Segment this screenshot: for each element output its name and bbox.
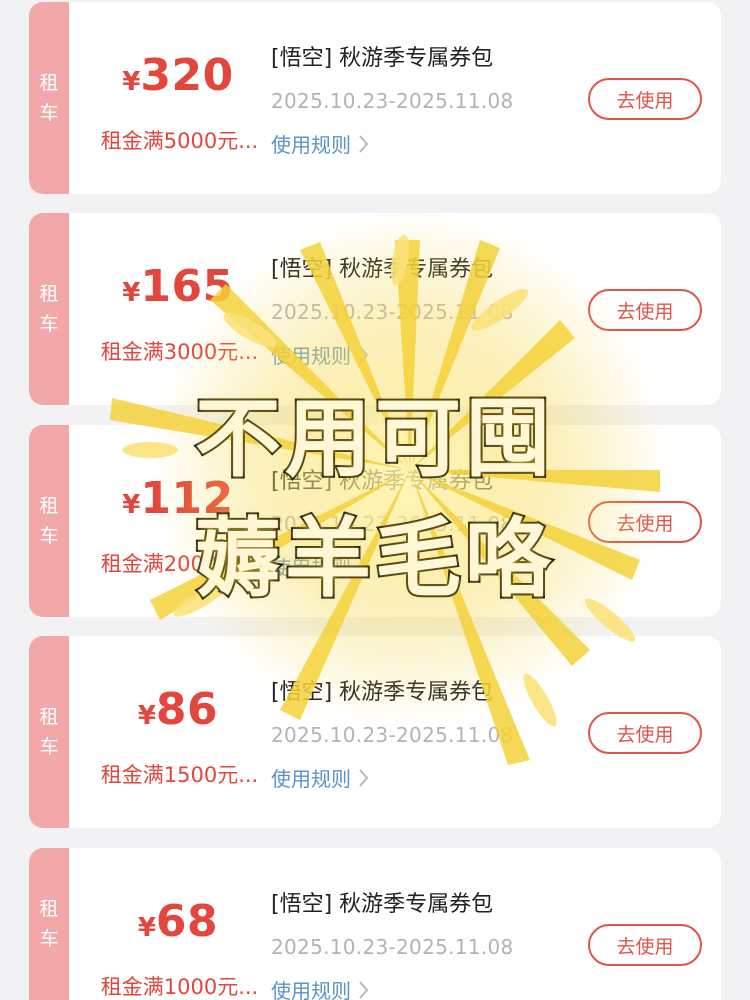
use-coupon-button[interactable]: 去使用	[588, 501, 702, 543]
coupon-category-tag: 租 车	[29, 636, 69, 828]
coupon-condition: 租金满1500元...	[100, 763, 259, 787]
coupon-amount: ¥165	[69, 261, 287, 312]
coupon-title: [悟空] 秋游季专属券包	[271, 892, 494, 917]
coupon-condition: 租金满3000元...	[100, 340, 259, 364]
coupon-category-tag: 租 车	[29, 2, 69, 194]
usage-rules-link[interactable]: 使用规则	[271, 975, 369, 1000]
coupon-condition: 租金满5000元...	[100, 129, 259, 153]
usage-rules-link[interactable]: 使用规则	[271, 763, 369, 792]
coupon-validity-dates: 2025.10.23-2025.11.08	[271, 723, 514, 747]
coupon-card[interactable]: 租 车 ¥320 租金满5000元... [悟空] 秋游季专属券包 2025.1…	[29, 2, 721, 194]
coupon-title: [悟空] 秋游季专属券包	[271, 46, 494, 71]
amount-value: 320	[140, 50, 234, 101]
chevron-right-icon	[359, 557, 369, 576]
amount-value: 86	[155, 684, 219, 735]
coupon-card[interactable]: 租 车 ¥86 租金满1500元... [悟空] 秋游季专属券包 2025.10…	[29, 636, 721, 828]
use-coupon-button[interactable]: 去使用	[588, 924, 702, 966]
coupon-amount: ¥86	[69, 684, 287, 735]
currency-symbol: ¥	[122, 490, 141, 520]
usage-rules-link[interactable]: 使用规则	[271, 129, 369, 158]
coupon-validity-dates: 2025.10.23-2025.11.08	[271, 935, 514, 959]
coupon-amount: ¥112	[69, 473, 287, 524]
usage-rules-link[interactable]: 使用规则	[271, 340, 369, 369]
chevron-right-icon	[359, 134, 369, 153]
coupon-validity-dates: 2025.10.23-2025.11.08	[271, 512, 514, 536]
coupon-validity-dates: 2025.10.23-2025.11.08	[271, 300, 514, 324]
chevron-right-icon	[359, 980, 369, 999]
use-coupon-button[interactable]: 去使用	[588, 289, 702, 331]
currency-symbol: ¥	[137, 913, 156, 943]
tag-char: 租	[39, 72, 59, 94]
coupon-category-tag: 租 车	[29, 425, 69, 617]
coupon-category-tag: 租 车	[29, 848, 69, 1000]
coupon-amount: ¥320	[69, 50, 287, 101]
coupon-title: [悟空] 秋游季专属券包	[271, 469, 494, 494]
tag-char: 车	[39, 928, 59, 950]
coupon-card[interactable]: 租 车 ¥112 租金满2000元... [悟空] 秋游季专属券包 2025.1…	[29, 425, 721, 617]
usage-rules-label: 使用规则	[271, 133, 351, 157]
coupon-card[interactable]: 租 车 ¥165 租金满3000元... [悟空] 秋游季专属券包 2025.1…	[29, 213, 721, 405]
currency-symbol: ¥	[122, 67, 141, 97]
tag-char: 租	[39, 495, 59, 517]
usage-rules-label: 使用规则	[271, 979, 351, 1000]
coupon-condition: 租金满2000元...	[100, 552, 259, 576]
coupon-title: [悟空] 秋游季专属券包	[271, 257, 494, 282]
amount-value: 165	[140, 261, 234, 312]
tag-char: 车	[39, 313, 59, 335]
use-coupon-button[interactable]: 去使用	[588, 78, 702, 120]
coupon-validity-dates: 2025.10.23-2025.11.08	[271, 89, 514, 113]
use-coupon-button[interactable]: 去使用	[588, 712, 702, 754]
usage-rules-label: 使用规则	[271, 767, 351, 791]
amount-value: 68	[155, 896, 219, 947]
tag-char: 租	[39, 283, 59, 305]
chevron-right-icon	[359, 345, 369, 364]
usage-rules-link[interactable]: 使用规则	[271, 552, 369, 581]
currency-symbol: ¥	[122, 278, 141, 308]
chevron-right-icon	[359, 768, 369, 787]
usage-rules-label: 使用规则	[271, 556, 351, 580]
amount-value: 112	[140, 473, 234, 524]
tag-char: 车	[39, 102, 59, 124]
coupon-title: [悟空] 秋游季专属券包	[271, 680, 494, 705]
tag-char: 车	[39, 525, 59, 547]
tag-char: 租	[39, 898, 59, 920]
coupon-condition: 租金满1000元...	[100, 975, 259, 999]
tag-char: 车	[39, 736, 59, 758]
coupon-list-page: 租 车 ¥320 租金满5000元... [悟空] 秋游季专属券包 2025.1…	[0, 0, 750, 1000]
coupon-card[interactable]: 租 车 ¥68 租金满1000元... [悟空] 秋游季专属券包 2025.10…	[29, 848, 721, 1000]
tag-char: 租	[39, 706, 59, 728]
coupon-amount: ¥68	[69, 896, 287, 947]
coupon-category-tag: 租 车	[29, 213, 69, 405]
currency-symbol: ¥	[137, 701, 156, 731]
usage-rules-label: 使用规则	[271, 344, 351, 368]
